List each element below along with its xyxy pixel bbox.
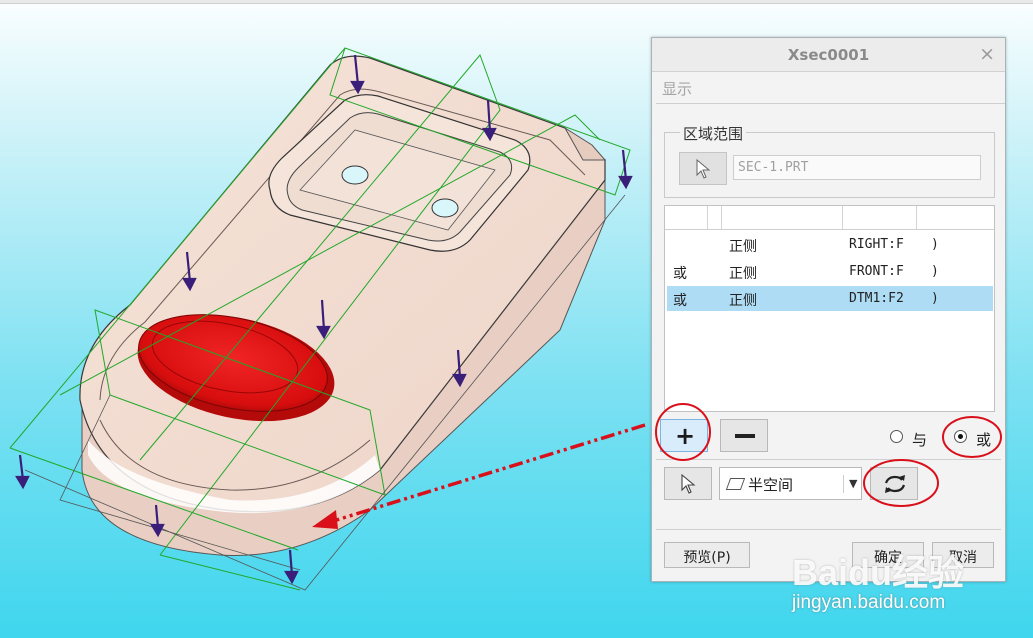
row-paren: ) [931, 264, 939, 279]
row-operator: 或 [673, 293, 687, 309]
dialog-titlebar[interactable]: Xsec0001 × [652, 38, 1005, 72]
row-paren: ) [931, 291, 939, 306]
region-group-label: 区域范围 [680, 123, 747, 144]
row-side: 正侧 [729, 239, 757, 255]
remove-plane-button[interactable] [720, 419, 768, 452]
select-arrow-icon [681, 474, 696, 494]
select-part-button[interactable] [679, 152, 727, 185]
table-row-selected[interactable]: 或 正侧 DTM1:F2 ) [667, 286, 993, 311]
row-plane: RIGHT:F [849, 237, 904, 252]
row-side: 正侧 [729, 293, 757, 309]
section-planes-table: 正侧 RIGHT:F ) 或 正侧 FRONT:F ) 或 正侧 DTM1:F2… [664, 205, 995, 412]
part-model [79, 55, 607, 556]
table-header [665, 206, 994, 230]
flip-direction-icon [884, 475, 906, 493]
divider [656, 459, 1001, 460]
preview-button-label: 预览(P) [683, 550, 731, 566]
table-row[interactable]: 或 正侧 FRONT:F ) [667, 259, 993, 284]
radio-or-dot [958, 434, 963, 439]
radio-and[interactable] [890, 430, 903, 443]
minus-icon [735, 434, 755, 438]
radio-or-label: 或 [976, 431, 992, 449]
half-space-value: 半空间 [748, 476, 794, 494]
preview-button[interactable]: 预览(P) [664, 542, 750, 568]
select-arrow-icon [696, 159, 711, 179]
add-plane-button[interactable]: + [660, 419, 708, 452]
row-side: 正侧 [729, 266, 757, 282]
watermark-url: jingyan.baidu.com [792, 592, 946, 613]
close-icon[interactable]: × [979, 43, 995, 65]
table-row[interactable]: 正侧 RIGHT:F ) [667, 232, 993, 257]
half-space-icon [725, 478, 746, 490]
watermark-logo: Baidu经验 [792, 552, 965, 593]
part-name-field[interactable]: SEC-1.PRT [733, 155, 981, 180]
xsec-dialog: Xsec0001 × 显示 区域范围 SEC-1.PRT 正侧 RIGHT:F … [651, 37, 1006, 582]
menu-divider [656, 103, 1005, 104]
radio-and-label: 与 [912, 431, 928, 449]
flip-direction-button[interactable] [870, 467, 918, 500]
dropdown-icon[interactable]: ▼ [843, 475, 857, 493]
row-plane: FRONT:F [849, 264, 904, 279]
radio-or[interactable] [954, 430, 967, 443]
divider [656, 529, 1001, 530]
row-paren: ) [931, 237, 939, 252]
half-space-select[interactable]: 半空间 ▼ [719, 467, 862, 500]
row-operator: 或 [673, 266, 687, 282]
pick-reference-button[interactable] [664, 467, 712, 500]
menu-show[interactable]: 显示 [662, 78, 692, 99]
dialog-title: Xsec0001 [787, 46, 870, 64]
plus-icon: + [675, 422, 696, 450]
row-plane: DTM1:F2 [849, 291, 904, 306]
